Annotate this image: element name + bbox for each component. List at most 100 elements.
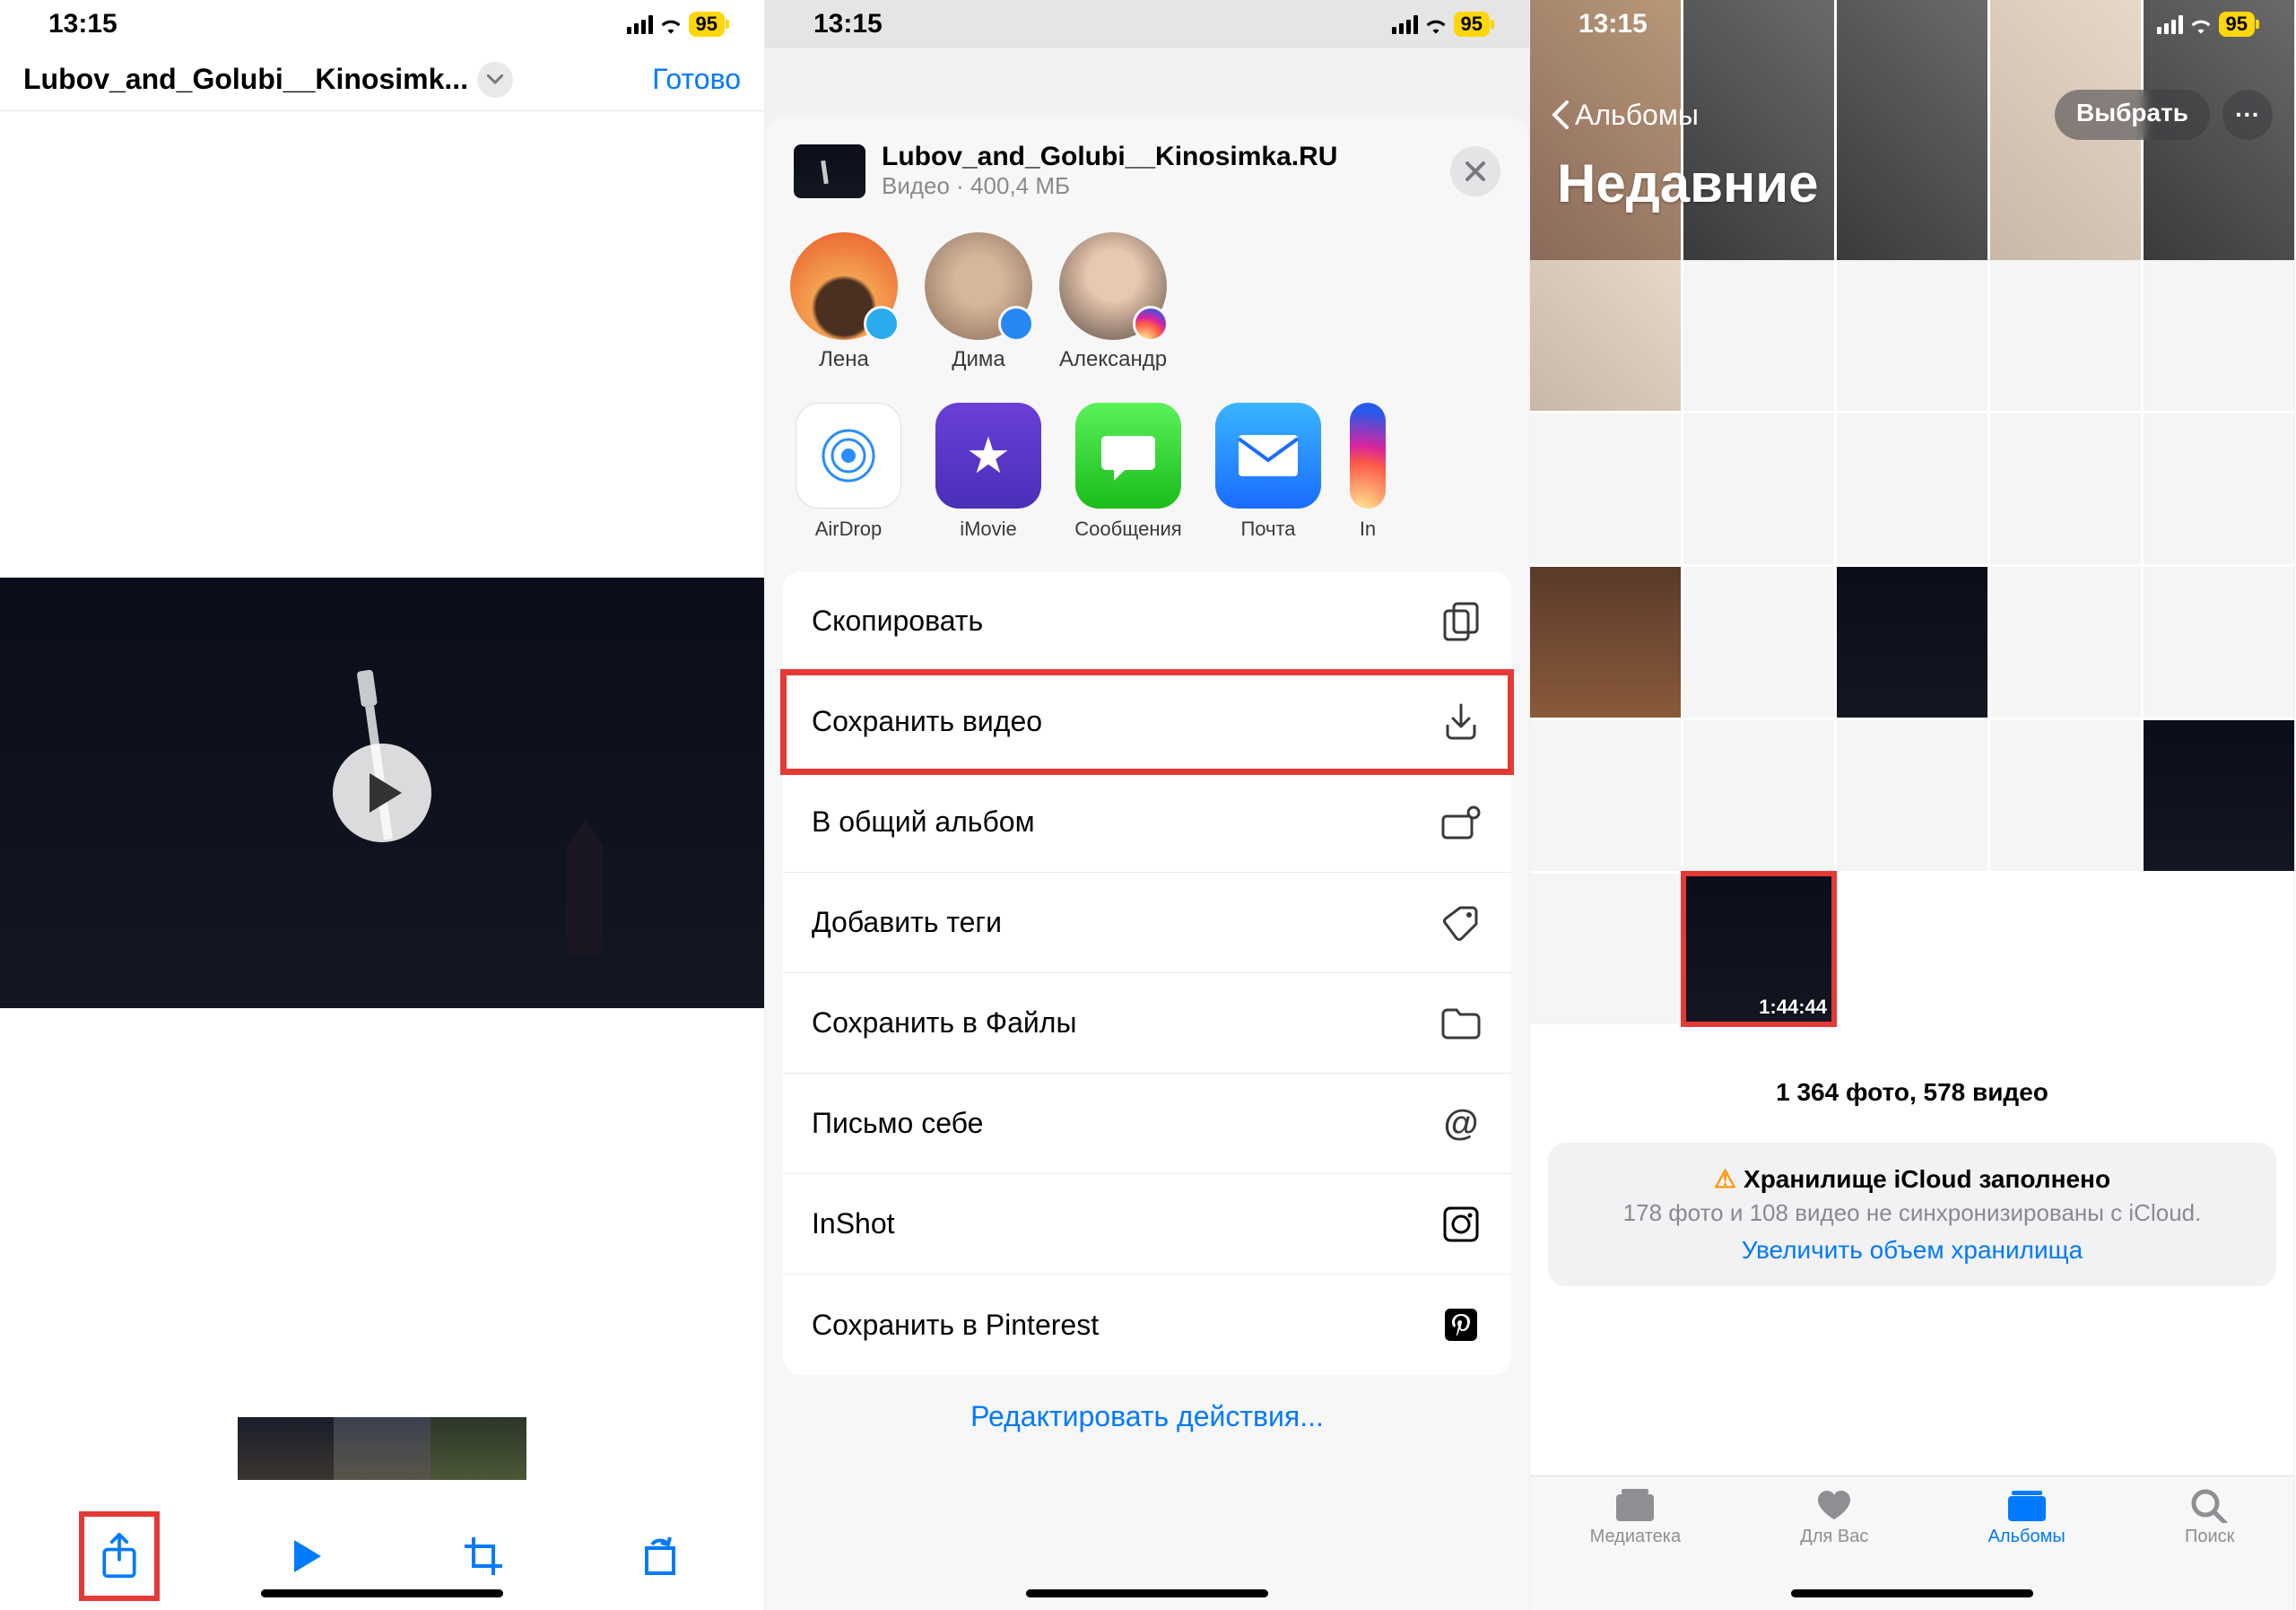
home-indicator (1791, 1589, 2033, 1597)
status-time: 13:15 (1578, 9, 1648, 39)
status-time: 13:15 (813, 9, 883, 39)
album-title: Недавние (1557, 152, 1819, 214)
photo-thumbnail[interactable] (1530, 413, 1681, 564)
apps-row: AirDrop ★ iMovie Сообщения Почта In (783, 397, 1511, 562)
sheet-subtitle: Видео · 400,4 МБ (882, 172, 1434, 200)
contact-alexander[interactable]: Александр (1059, 232, 1167, 372)
back-button[interactable]: Альбомы (1552, 99, 1699, 132)
contacts-row: Лена Дима Александр (783, 223, 1511, 397)
wifi-icon (658, 14, 683, 34)
action-add-tags[interactable]: Добавить теги (783, 873, 1511, 973)
messages-icon (1075, 403, 1181, 509)
action-mail-self[interactable]: Письмо себе @ (783, 1074, 1511, 1174)
cellular-icon (627, 14, 653, 34)
play-button[interactable] (333, 744, 431, 842)
banner-subtitle: 178 фото и 108 видео не синхронизированы… (1566, 1199, 2258, 1227)
banner-upgrade-link[interactable]: Увеличить объем хранилища (1566, 1236, 2258, 1265)
crop-button[interactable] (457, 1529, 510, 1583)
status-bar: 13:15 95 (0, 0, 764, 48)
photo-thumbnail[interactable] (2144, 720, 2294, 871)
photo-thumbnail[interactable] (1683, 567, 1834, 718)
battery-indicator: 95 (689, 12, 725, 37)
folder-icon (1439, 1002, 1483, 1045)
action-save-files[interactable]: Сохранить в Файлы (783, 973, 1511, 1074)
status-time: 13:15 (48, 9, 117, 39)
photo-thumbnail[interactable] (1837, 413, 1987, 564)
photo-thumbnail[interactable] (2144, 413, 2294, 564)
pinterest-icon (1439, 1303, 1483, 1346)
vk-badge-icon (998, 306, 1034, 342)
battery-indicator: 95 (1454, 12, 1490, 37)
file-title: Lubov_and_Golubi__Kinosimk... (23, 63, 468, 96)
photo-thumbnail[interactable] (1530, 567, 1681, 718)
app-messages[interactable]: Сообщения (1070, 403, 1187, 541)
cellular-icon (2157, 14, 2183, 34)
action-pinterest[interactable]: Сохранить в Pinterest (783, 1275, 1511, 1375)
photo-thumbnail[interactable] (2144, 567, 2294, 718)
instagram-icon (1350, 403, 1386, 509)
photo-thumbnail[interactable] (1990, 720, 2141, 871)
cellular-icon (1392, 14, 1418, 34)
photo-thumbnail[interactable] (1990, 567, 2141, 718)
action-copy[interactable]: Скопировать (783, 571, 1511, 672)
video-duration: 1:44:44 (1759, 996, 1827, 1019)
banner-title: Хранилище iCloud заполнено (1744, 1165, 2110, 1194)
shared-album-icon (1439, 801, 1483, 844)
contact-dima[interactable]: Дима (925, 232, 1032, 372)
app-instagram[interactable]: In (1350, 403, 1386, 541)
edit-actions-link[interactable]: Редактировать действия... (783, 1375, 1511, 1458)
photo-thumbnail[interactable] (1683, 413, 1834, 564)
video-thumbnail-saved[interactable]: 1:44:44 (1683, 874, 1834, 1024)
imovie-icon: ★ (935, 403, 1041, 509)
photo-thumbnail[interactable] (1837, 260, 1987, 411)
video-timeline[interactable] (0, 1404, 764, 1493)
tab-search[interactable]: Поиск (2185, 1487, 2234, 1610)
app-airdrop[interactable]: AirDrop (790, 403, 907, 541)
warning-icon: ⚠ (1714, 1164, 1736, 1194)
photo-thumbnail[interactable] (1837, 720, 1987, 871)
action-shared-album[interactable]: В общий альбом (783, 772, 1511, 873)
photo-thumbnail[interactable] (1530, 874, 1681, 1024)
chevron-down-icon[interactable] (477, 62, 513, 98)
home-indicator (261, 1589, 503, 1597)
photo-thumbnail[interactable] (1530, 260, 1681, 411)
tab-library[interactable]: Медиатека (1590, 1487, 1681, 1610)
photo-thumbnail[interactable] (2144, 260, 2294, 411)
action-save-video[interactable]: Сохранить видео (783, 672, 1511, 772)
share-button[interactable] (79, 1511, 160, 1601)
photo-thumbnail[interactable] (1683, 260, 1834, 411)
photo-thumbnail[interactable] (1990, 260, 2141, 411)
photo-thumbnail[interactable] (1837, 567, 1987, 718)
action-inshot[interactable]: InShot (783, 1174, 1511, 1275)
action-list: Скопировать Сохранить видео В общий альб… (783, 571, 1511, 1375)
wifi-icon (2188, 14, 2213, 34)
contact-lena[interactable]: Лена (790, 232, 898, 372)
copy-icon (1439, 600, 1483, 643)
close-button[interactable] (1450, 146, 1500, 196)
share-sheet: Lubov_and_Golubi__Kinosimka.RU Видео · 4… (765, 117, 1529, 1610)
app-mail[interactable]: Почта (1210, 403, 1326, 541)
airdrop-icon (796, 403, 901, 509)
battery-indicator: 95 (2219, 12, 2255, 37)
status-bar: 13:15 95 (765, 0, 1529, 48)
app-imovie[interactable]: ★ iMovie (930, 403, 1047, 541)
video-preview[interactable] (0, 578, 764, 1008)
tag-icon (1439, 901, 1483, 944)
inshot-icon (1439, 1203, 1483, 1246)
download-icon (1439, 701, 1483, 744)
photo-grid: 1:44:44 (1530, 260, 2294, 1024)
select-button[interactable]: Выбрать (2055, 90, 2210, 140)
play-toolbar-button[interactable] (281, 1529, 335, 1583)
sheet-thumbnail (794, 144, 865, 198)
instagram-badge-icon (1133, 306, 1169, 342)
rotate-button[interactable] (631, 1529, 685, 1583)
file-header: Lubov_and_Golubi__Kinosimk... Готово (0, 48, 764, 111)
mail-icon (1215, 403, 1321, 509)
at-icon: @ (1439, 1102, 1483, 1145)
more-button[interactable]: ··· (2222, 90, 2273, 140)
photo-thumbnail[interactable] (1990, 413, 2141, 564)
done-button[interactable]: Готово (652, 63, 741, 96)
photo-thumbnail[interactable] (1530, 720, 1681, 871)
photo-thumbnail[interactable] (1683, 720, 1834, 871)
icloud-banner: ⚠ Хранилище iCloud заполнено 178 фото и … (1548, 1143, 2276, 1286)
